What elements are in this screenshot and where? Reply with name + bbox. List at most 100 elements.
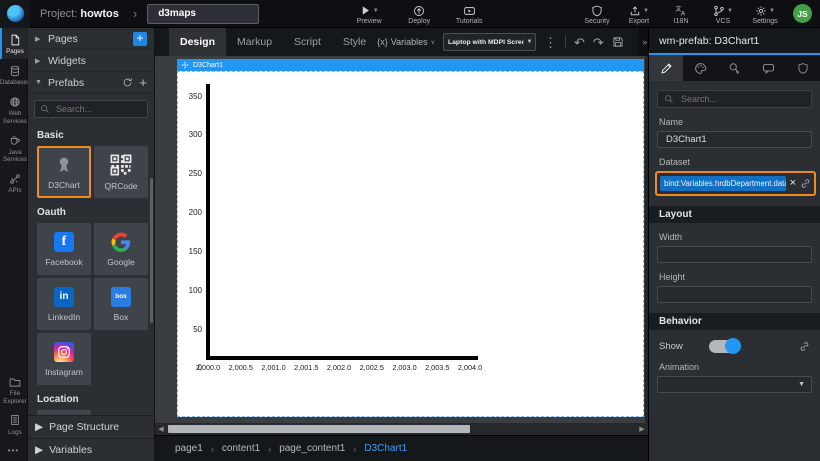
undo-icon[interactable]: ↶ [574, 36, 585, 49]
bind-link-icon[interactable] [800, 178, 811, 189]
add-prefab-button[interactable]: + [139, 75, 147, 90]
inspector-tab-chat[interactable] [752, 55, 786, 81]
x-tick-label: 2,000.5 [229, 363, 253, 372]
canvas-tab-markup[interactable]: Markup [226, 28, 283, 56]
rail-item-logs[interactable]: Logs [0, 409, 28, 440]
d3-chart[interactable]: 3503002502001501005002,000.02,000.52,001… [177, 71, 644, 417]
section-page-structure[interactable]: ▶ Page Structure [28, 415, 155, 438]
kebab-menu-icon[interactable]: ⋮ [544, 36, 557, 49]
show-toggle[interactable] [709, 340, 739, 353]
rail-item-web-services[interactable]: Web Services [0, 90, 28, 128]
topbar-button-security[interactable]: Security [579, 2, 615, 25]
instagram-icon [54, 342, 74, 362]
section-prefabs[interactable]: ▼ Prefabs + [28, 72, 154, 94]
log-icon [9, 414, 21, 427]
inspector-search[interactable] [657, 90, 812, 108]
prefab-tile-label: Instagram [45, 367, 83, 377]
user-avatar[interactable]: JS [793, 4, 812, 23]
canvas-hscrollbar[interactable]: ◀ ▶ [155, 423, 648, 435]
page-tab-d3maps[interactable]: d3maps [147, 4, 259, 24]
inspector-tab-shield-outline[interactable] [786, 55, 820, 81]
rail-more-button[interactable]: ••• [0, 440, 27, 461]
topbar-button-tutorials[interactable]: Tutorials [451, 2, 487, 25]
breadcrumb-item-content1[interactable]: content1 [222, 443, 260, 454]
branch-icon [713, 4, 725, 17]
variables-dropdown[interactable]: {x} Variables ∨ [377, 37, 435, 47]
topbar-button-label: Preview [357, 18, 382, 25]
topbar-button-preview[interactable]: ▼Preview [351, 2, 387, 25]
refresh-icon[interactable] [122, 77, 133, 88]
prefab-tile-linkedin[interactable]: inLinkedIn [37, 278, 91, 330]
device-selector[interactable]: Laptop with MDPI Screen ▼ [443, 33, 536, 51]
canvas-tab-style[interactable]: Style [332, 28, 377, 56]
prefab-tile-qrcode[interactable]: QRCode [94, 146, 148, 198]
move-icon[interactable] [181, 61, 189, 69]
section-page-structure-label: Page Structure [49, 421, 119, 433]
deploy-icon [413, 4, 425, 17]
gear-icon [755, 4, 767, 17]
prefab-tile-instagram[interactable]: Instagram [37, 333, 91, 385]
rail-item-pages[interactable]: Pages [0, 28, 28, 59]
topbar-button-export[interactable]: ▼Export [621, 2, 657, 25]
y-tick-label: 150 [177, 247, 202, 256]
wavemaker-logo[interactable] [0, 0, 30, 28]
section-pages[interactable]: ▶ Pages + [28, 28, 154, 50]
dataset-bind-value[interactable]: bind:Variables.hrdbDepartment.dataSe [660, 176, 786, 191]
canvas-tab-script[interactable]: Script [283, 28, 332, 56]
panel-scrollbar[interactable] [150, 178, 153, 323]
height-input[interactable] [664, 288, 805, 301]
rail-item-java-services[interactable]: Java Services [0, 129, 28, 167]
topbar-button-i18n[interactable]: 文AI18N [663, 2, 699, 25]
prefab-search-input[interactable] [54, 103, 142, 115]
rail-item-databases[interactable]: Databases [0, 59, 28, 90]
topbar-button-deploy[interactable]: Deploy [401, 2, 437, 25]
animation-select[interactable]: ▼ [657, 376, 812, 393]
inspector-tabs [649, 55, 820, 81]
app-root: Project: howtos › d3maps ▼PreviewDeployT… [0, 0, 820, 461]
topbar-button-settings[interactable]: ▼Settings [747, 2, 783, 25]
breadcrumb-item-D3Chart1[interactable]: D3Chart1 [364, 443, 407, 454]
breadcrumb-item-page_content1[interactable]: page_content1 [279, 443, 345, 454]
prefab-tile-label: Facebook [45, 257, 82, 267]
prefab-tile-google[interactable]: Google [94, 223, 148, 275]
logo-icon [7, 5, 24, 22]
widget-selection-bar[interactable]: D3Chart1 [177, 59, 644, 71]
redo-icon[interactable]: ↷ [593, 36, 604, 49]
prefab-tile-box[interactable]: boxBox [94, 278, 148, 330]
prefab-tile-d3chart[interactable]: D3Chart [37, 146, 91, 198]
translate-icon: 文A [675, 4, 688, 17]
bind-link-icon[interactable] [799, 341, 810, 352]
inspector-search-input[interactable] [679, 93, 805, 105]
dataset-field-highlighted[interactable]: bind:Variables.hrdbDepartment.dataSe × [655, 171, 816, 196]
canvas-tab-design[interactable]: Design [169, 28, 226, 56]
name-field[interactable] [657, 131, 812, 148]
project-label: Project: howtos [40, 8, 119, 20]
section-widgets[interactable]: ▶ Widgets [28, 50, 154, 72]
inspector-tab-palette[interactable] [683, 55, 717, 81]
group-grid-oauth: fFacebookGoogleinLinkedInboxBox Instagram [28, 222, 154, 388]
save-icon[interactable] [612, 36, 624, 48]
scroll-right-icon[interactable]: ▶ [636, 423, 648, 435]
height-field[interactable] [657, 286, 812, 303]
breadcrumb-item-page1[interactable]: page1 [175, 443, 203, 454]
topbar-button-label: I18N [674, 18, 689, 25]
prefab-tile-facebook[interactable]: fFacebook [37, 223, 91, 275]
rail-item-file-explorer[interactable]: File Explorer [0, 370, 28, 408]
design-canvas[interactable]: D3Chart1 3503002502001501005002,000.02,0… [155, 56, 645, 423]
hscrollbar-thumb[interactable] [168, 425, 470, 433]
rail-item-apis[interactable]: APIs [0, 167, 28, 198]
clear-bind-icon[interactable]: × [790, 178, 796, 189]
width-input[interactable] [664, 248, 805, 261]
inspector-tab-events[interactable] [717, 55, 751, 81]
scroll-left-icon[interactable]: ◀ [155, 423, 167, 435]
api-icon [9, 172, 21, 185]
name-input[interactable] [664, 133, 805, 146]
add-page-button[interactable]: + [133, 32, 147, 46]
topbar-button-vcs[interactable]: ▼VCS [705, 2, 741, 25]
width-field[interactable] [657, 246, 812, 263]
prefab-search[interactable] [34, 100, 148, 118]
inspector-tab-pencil[interactable] [649, 55, 683, 81]
page-canvas[interactable]: D3Chart1 3503002502001501005002,000.02,0… [177, 59, 644, 417]
caret-down-icon: ▼ [727, 8, 733, 14]
section-variables[interactable]: ▶ Variables [28, 438, 155, 461]
